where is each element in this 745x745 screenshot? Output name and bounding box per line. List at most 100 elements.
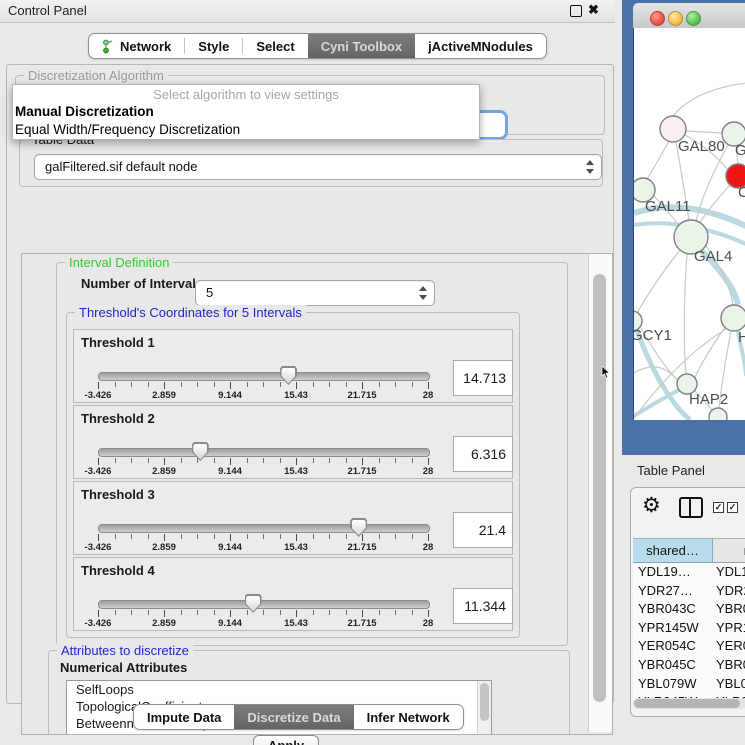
slider-track[interactable] xyxy=(98,372,430,381)
close-traffic-light-icon[interactable] xyxy=(650,11,665,26)
mouse-cursor xyxy=(601,366,611,379)
close-icon[interactable]: ✖ xyxy=(588,2,599,18)
node-label: GAL11 xyxy=(645,198,691,215)
threshold-value-field[interactable]: 14.713 xyxy=(453,360,513,396)
table-horizontal-scrollbar[interactable] xyxy=(633,698,745,709)
bottom-tab-discretize-data[interactable]: Discretize Data xyxy=(234,705,353,729)
slider-track[interactable] xyxy=(98,524,430,533)
slider-tick-label: 21.715 xyxy=(332,542,392,553)
slider-tick xyxy=(296,458,297,465)
slider-tick xyxy=(98,382,99,389)
popup-item-equal-width[interactable]: Equal Width/Frequency Discretization xyxy=(13,121,479,139)
column-header-shared-name[interactable]: shared… xyxy=(633,539,713,562)
slider-thumb[interactable] xyxy=(245,594,262,613)
slider-tick xyxy=(379,458,380,463)
bottom-tab-infer-network[interactable]: Infer Network xyxy=(354,705,463,729)
table-row[interactable]: YBR045CYBR0 xyxy=(633,656,745,675)
slider-tick xyxy=(263,382,264,387)
apply-button[interactable]: Apply xyxy=(253,735,319,745)
table-row[interactable]: YBL079WYBL0 xyxy=(633,675,745,694)
network-canvas[interactable]: GAL80GACGAL11GAL4GCY1HHAP2 xyxy=(633,28,745,420)
slider-tick xyxy=(115,610,116,615)
slider-thumb[interactable] xyxy=(192,442,209,461)
slider-tick xyxy=(313,534,314,539)
slider-tick xyxy=(181,382,182,387)
slider-track[interactable] xyxy=(98,448,430,457)
node-label: HAP2 xyxy=(689,391,728,408)
num-intervals-combobox[interactable]: 5 xyxy=(195,280,435,306)
split-columns-icon[interactable] xyxy=(679,497,703,518)
zoom-traffic-light-icon[interactable] xyxy=(686,11,701,26)
top-tab-bar: NetworkStyleSelectCyni ToolboxjActiveMNo… xyxy=(88,33,547,59)
slider-tick xyxy=(164,458,165,465)
num-intervals-value: 5 xyxy=(206,281,213,305)
tab-label: Infer Network xyxy=(367,710,450,725)
table-row[interactable]: YBR043CYBR0 xyxy=(633,600,745,619)
slider-tick xyxy=(148,534,149,539)
slider-tick xyxy=(428,534,429,541)
table-row[interactable]: YDR27…YDR2 xyxy=(633,582,745,601)
num-intervals-label: Number of Intervals xyxy=(81,276,203,291)
tab-style[interactable]: Style xyxy=(185,34,242,58)
slider-tick-label: 2.859 xyxy=(134,542,194,553)
table-row[interactable]: YDL19…YDL1 xyxy=(633,563,745,582)
slider-tick xyxy=(329,534,330,539)
attributes-scrollbar-thumb[interactable] xyxy=(480,683,489,721)
node-h[interactable] xyxy=(721,305,745,331)
node[interactable] xyxy=(709,408,727,420)
table-data-value: galFiltered.sif default node xyxy=(45,155,197,179)
slider-tick xyxy=(164,382,165,389)
checkbox-icon[interactable]: ✓ xyxy=(727,502,738,513)
panel-scrollbar-thumb[interactable] xyxy=(593,274,606,702)
slider-track[interactable] xyxy=(98,600,430,609)
checkbox-icon[interactable]: ✓ xyxy=(713,502,724,513)
attributes-scrollbar[interactable] xyxy=(477,681,491,735)
slider-tick xyxy=(214,534,215,539)
column-header-name[interactable]: na xyxy=(713,539,745,562)
node-label: H xyxy=(738,329,745,346)
tab-cyni-toolbox[interactable]: Cyni Toolbox xyxy=(308,34,415,58)
float-panel-icon[interactable] xyxy=(570,5,582,17)
threshold-value-field[interactable]: 11.344 xyxy=(453,588,513,624)
tab-jactivemnodules[interactable]: jActiveMNodules xyxy=(415,34,546,58)
bottom-tab-impute-data[interactable]: Impute Data xyxy=(134,705,234,729)
threshold-value-field[interactable]: 21.4 xyxy=(453,512,513,548)
slider-tick-label: 15.43 xyxy=(266,390,326,401)
node-label: GA xyxy=(735,142,745,159)
threshold-value-field[interactable]: 6.316 xyxy=(453,436,513,472)
slider-tick xyxy=(197,534,198,539)
node-label: GAL4 xyxy=(694,248,732,265)
network-icon xyxy=(102,39,114,54)
slider-thumb[interactable] xyxy=(350,518,367,537)
network-window-titlebar[interactable] xyxy=(633,3,745,29)
table-row[interactable]: YPR145WYPR1 xyxy=(633,619,745,638)
gear-icon[interactable]: ⚙ xyxy=(642,496,661,516)
slider-tick xyxy=(346,458,347,463)
cell-shared-name: YPR145W xyxy=(638,620,699,635)
attributes-group-label: Attributes to discretize xyxy=(57,643,193,658)
table-data-group: Table Data galFiltered.sif default node xyxy=(19,139,603,187)
node-label: GCY1 xyxy=(634,327,672,344)
cell-name: YER0 xyxy=(716,638,745,653)
panel-scrollbar[interactable] xyxy=(588,254,612,732)
table-row[interactable]: YER054CYER0 xyxy=(633,637,745,656)
slider-thumb[interactable] xyxy=(280,366,297,385)
table-data-combobox[interactable]: galFiltered.sif default node xyxy=(34,154,602,180)
slider-tick xyxy=(247,458,248,463)
table-scrollbar-thumb[interactable] xyxy=(634,699,740,708)
slider-tick xyxy=(362,382,363,389)
slider-tick xyxy=(230,534,231,541)
tab-label: Discretize Data xyxy=(247,710,340,725)
app: Control Panel ✖ NetworkStyleSelectCyni T… xyxy=(0,0,745,745)
popup-item-manual[interactable]: Manual Discretization xyxy=(13,103,479,121)
slider-tick xyxy=(379,534,380,539)
slider-tick xyxy=(98,458,99,465)
attribute-item-selfloops[interactable]: SelfLoops xyxy=(67,681,491,698)
tab-select[interactable]: Select xyxy=(243,34,307,58)
popup-prompt-item[interactable]: Select algorithm to view settings xyxy=(13,85,479,103)
tab-network[interactable]: Network xyxy=(89,34,184,58)
threshold-row-2: Threshold 2-3.4262.8599.14415.4321.71528… xyxy=(73,405,513,479)
slider-tick xyxy=(148,382,149,387)
cell-name: YBL0 xyxy=(716,676,745,691)
minimize-traffic-light-icon[interactable] xyxy=(668,11,683,26)
